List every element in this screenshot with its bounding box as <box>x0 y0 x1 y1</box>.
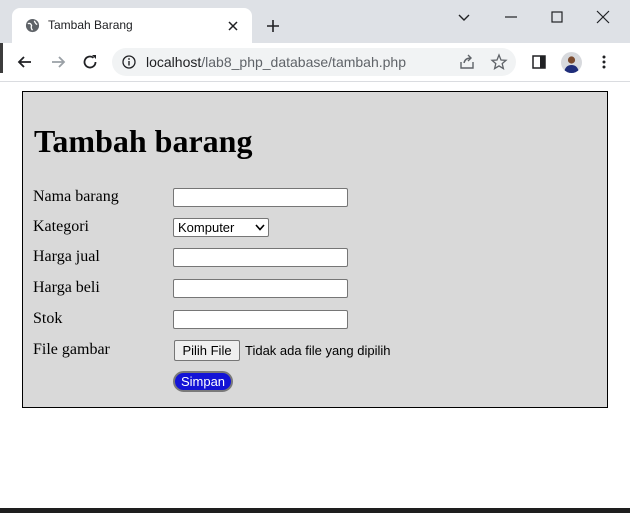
globe-icon <box>25 18 40 33</box>
nama-barang-input[interactable] <box>173 188 348 207</box>
label-nama-barang: Nama barang <box>33 188 119 205</box>
arrow-left-icon[interactable] <box>15 52 35 72</box>
choose-file-button[interactable]: Pilih File <box>174 340 240 361</box>
browser-title-bar: Tambah Barang <box>0 0 630 43</box>
profile-avatar-icon <box>564 56 579 73</box>
url-path: /lab8_php_database/tambah.php <box>201 54 406 70</box>
browser-tab[interactable]: Tambah Barang <box>12 8 252 43</box>
kategori-selected-value: Komputer <box>178 220 235 235</box>
harga-beli-input[interactable] <box>173 279 348 298</box>
tambah-barang-form: Tambah barang Nama barang Kategori Kompu… <box>22 91 608 408</box>
browser-toolbar: localhost/lab8_php_database/tambah.php <box>0 43 630 82</box>
label-file-gambar: File gambar <box>33 341 110 358</box>
kategori-select[interactable]: Komputer <box>173 218 269 237</box>
chevron-down-icon <box>255 224 265 231</box>
info-icon[interactable] <box>122 55 136 69</box>
harga-jual-input[interactable] <box>173 248 348 267</box>
share-icon[interactable] <box>458 53 476 71</box>
plus-icon[interactable] <box>264 17 282 35</box>
file-status-text: Tidak ada file yang dipilih <box>245 343 391 358</box>
star-icon[interactable] <box>490 53 508 71</box>
background-editor-strip <box>0 508 630 513</box>
close-window-icon[interactable] <box>594 8 612 26</box>
reload-icon[interactable] <box>80 52 100 72</box>
label-stok: Stok <box>33 310 63 327</box>
label-harga-beli: Harga beli <box>33 279 100 296</box>
window-edge <box>0 43 3 73</box>
simpan-button[interactable]: Simpan <box>173 371 233 392</box>
arrow-right-icon[interactable] <box>48 52 68 72</box>
maximize-icon[interactable] <box>548 8 566 26</box>
stok-input[interactable] <box>173 310 348 329</box>
url-host: localhost <box>146 54 202 70</box>
minimize-icon[interactable] <box>502 8 520 26</box>
address-bar[interactable]: localhost/lab8_php_database/tambah.php <box>112 48 516 76</box>
page-title: Tambah barang <box>34 123 253 159</box>
side-panel-icon[interactable] <box>530 53 548 71</box>
tab-title: Tambah Barang <box>48 18 133 32</box>
label-kategori: Kategori <box>33 218 89 235</box>
close-icon[interactable] <box>226 19 240 33</box>
url-text[interactable]: localhost/lab8_php_database/tambah.php <box>146 54 406 70</box>
avatar[interactable] <box>561 52 582 73</box>
kebab-menu-icon[interactable] <box>595 53 613 71</box>
label-harga-jual: Harga jual <box>33 248 100 265</box>
chevron-down-icon[interactable] <box>455 8 473 26</box>
